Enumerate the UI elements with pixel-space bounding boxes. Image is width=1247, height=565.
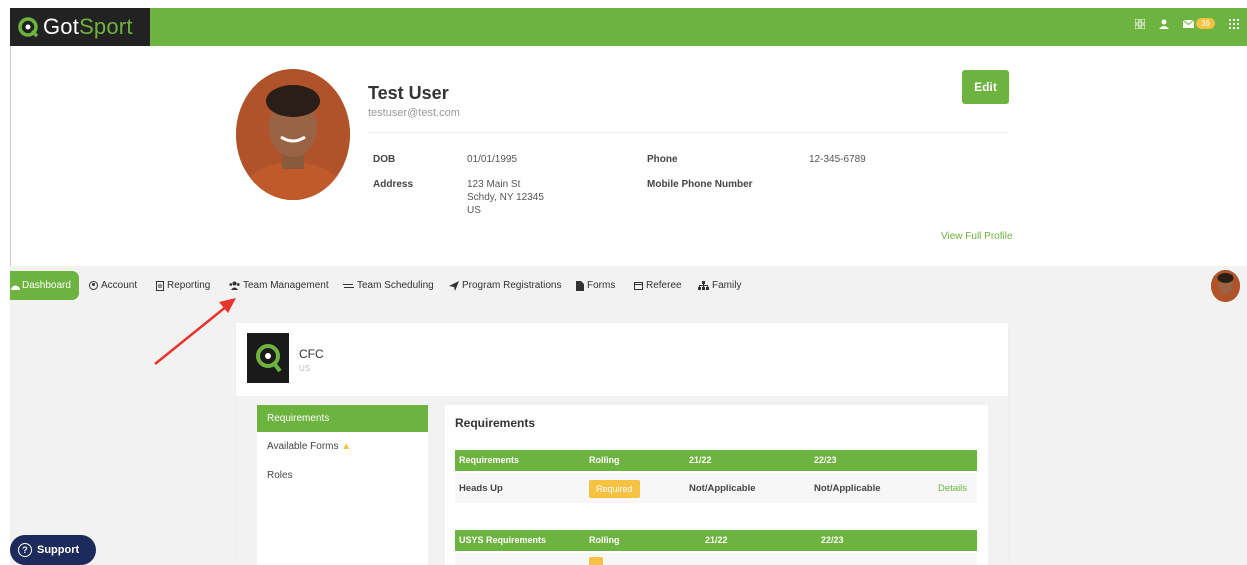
nav-team-management-label: Team Management — [243, 280, 329, 291]
reporting-icon — [156, 280, 164, 291]
address-line-2: Schdy, NY 12345 — [467, 192, 544, 203]
col-header-usys-requirements: USYS Requirements — [459, 535, 547, 545]
dob-label: DOB — [373, 154, 396, 165]
user-icon[interactable] — [1159, 19, 1170, 29]
gotsport-logo[interactable]: GotSport — [10, 8, 150, 46]
nav-user-avatar[interactable] — [1211, 270, 1240, 302]
user-email: testuser@test.com — [368, 107, 460, 119]
row-2122: Not/Applicable — [689, 483, 756, 494]
dashboard-icon — [11, 285, 20, 290]
user-name: Test User — [368, 83, 449, 103]
status-badge — [589, 557, 603, 565]
nav-referee[interactable]: Referee — [634, 280, 682, 291]
requirements-title: Requirements — [455, 416, 536, 430]
org-logo — [247, 333, 289, 383]
nav-family[interactable]: Family — [698, 280, 741, 291]
nav-reporting-label: Reporting — [167, 280, 211, 291]
usys-table-header: USYS Requirements Rolling 21/22 22/23 — [455, 530, 977, 551]
main-nav: Dashboard Account Reporting Team Managem… — [10, 266, 1247, 306]
address-line-3: US — [467, 205, 481, 216]
help-icon: ? — [18, 543, 32, 557]
address-label: Address — [373, 179, 414, 190]
phone-value: 12-345-6789 — [809, 154, 866, 165]
requirements-table-header: Requirements Rolling 21/22 22/23 — [455, 450, 977, 471]
nav-dashboard-label: Dashboard — [22, 280, 71, 291]
nav-team-scheduling-label: Team Scheduling — [357, 280, 434, 291]
dob-value: 01/01/1995 — [467, 154, 518, 165]
nav-family-label: Family — [712, 280, 742, 291]
nav-program-registrations[interactable]: Program Registrations — [449, 280, 561, 291]
col-header-requirements: Requirements — [459, 455, 520, 465]
account-icon — [89, 281, 98, 290]
org-country: US — [299, 364, 311, 373]
nav-forms-label: Forms — [587, 280, 616, 291]
col-header-2122-2: 21/22 — [705, 535, 728, 545]
org-name: CFC — [299, 347, 324, 361]
phone-label: Phone — [647, 154, 678, 165]
profile-avatar — [236, 69, 350, 200]
col-header-2223: 22/23 — [814, 455, 837, 465]
calendar-icon — [634, 282, 643, 290]
top-bar: GotSport 36 — [10, 8, 1247, 46]
status-badge: Required — [589, 480, 640, 498]
logo-text: GotSport — [43, 14, 133, 39]
file-icon — [576, 280, 584, 291]
support-label: Support — [37, 544, 80, 556]
nav-dashboard[interactable]: Dashboard — [10, 271, 79, 300]
details-link[interactable]: Details — [938, 483, 967, 494]
team-icon — [229, 281, 240, 290]
col-header-rolling-2: Rolling — [589, 535, 620, 545]
row-name: Heads Up — [459, 483, 503, 494]
col-header-rolling: Rolling — [589, 455, 620, 465]
nav-account-label: Account — [101, 280, 138, 291]
nav-forms[interactable]: Forms — [576, 280, 615, 291]
nav-team-management[interactable]: Team Management — [229, 280, 329, 291]
logo-icon — [16, 15, 40, 39]
side-item-available-forms[interactable]: Available Forms ▲ — [267, 441, 351, 452]
table-row — [455, 553, 977, 565]
row-2223: Not/Applicable — [814, 483, 881, 494]
mobile-phone-label: Mobile Phone Number — [647, 179, 753, 190]
grid-icon[interactable] — [1135, 18, 1146, 29]
support-button[interactable]: ? Support — [10, 535, 96, 565]
nav-referee-label: Referee — [646, 280, 682, 291]
profile-divider — [368, 132, 1008, 133]
view-full-profile-link[interactable]: View Full Profile — [941, 231, 1013, 242]
send-icon — [449, 280, 459, 291]
nav-program-registrations-label: Program Registrations — [462, 280, 562, 291]
side-item-requirements[interactable]: Requirements — [257, 405, 428, 432]
nav-reporting[interactable]: Reporting — [156, 280, 210, 291]
side-item-roles[interactable]: Roles — [267, 470, 293, 481]
nav-team-scheduling[interactable]: Team Scheduling — [343, 280, 434, 291]
table-row: Heads Up Required Not/Applicable Not/App… — [455, 473, 977, 503]
warning-icon: ▲ — [341, 441, 352, 452]
swap-icon — [343, 283, 354, 288]
side-item-available-forms-label: Available Forms — [267, 441, 339, 452]
address-line-1: 123 Main St — [467, 179, 521, 190]
edit-profile-button[interactable]: Edit — [962, 70, 1009, 104]
family-icon — [698, 281, 709, 290]
mail-icon[interactable]: 36 — [1183, 18, 1215, 29]
col-header-2223-2: 22/23 — [821, 535, 844, 545]
apps-icon[interactable] — [1229, 18, 1239, 29]
nav-account[interactable]: Account — [89, 280, 137, 291]
col-header-2122: 21/22 — [689, 455, 712, 465]
mail-badge: 36 — [1196, 18, 1215, 29]
